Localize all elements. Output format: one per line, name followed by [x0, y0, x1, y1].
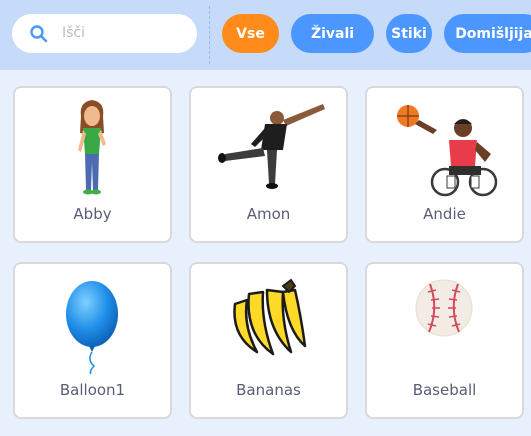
sprite-card-balloon1[interactable]: Balloon1: [13, 262, 172, 419]
search-input[interactable]: [62, 22, 182, 44]
search-box[interactable]: [12, 14, 197, 53]
tag-animals-button[interactable]: Živali: [291, 14, 374, 53]
bananas-thumbnail: [233, 278, 307, 356]
sprite-card-andie[interactable]: Andie: [365, 86, 524, 243]
sprite-card-bananas[interactable]: Bananas: [189, 262, 348, 419]
baseball-thumbnail: [415, 279, 473, 337]
sprite-card-abby[interactable]: Abby: [13, 86, 172, 243]
library-filter-bar: Vse Živali Stiki Domišljija: [0, 0, 531, 70]
sprite-card-baseball[interactable]: Baseball: [365, 262, 524, 419]
andie-thumbnail: [397, 105, 498, 197]
sprite-label: Abby: [73, 205, 112, 223]
balloon-thumbnail: [66, 281, 118, 374]
tag-people-button[interactable]: Stiki: [386, 14, 432, 53]
sprite-label: Bananas: [236, 381, 301, 399]
tag-all-button[interactable]: Vse: [222, 14, 279, 53]
amon-thumbnail: [218, 104, 325, 189]
sprite-label: Baseball: [412, 381, 477, 399]
search-icon: [30, 25, 48, 43]
sprite-card-amon[interactable]: Amon: [189, 86, 348, 243]
abby-thumbnail: [78, 100, 106, 195]
filter-divider: [209, 6, 210, 64]
sprite-label: Andie: [423, 205, 466, 223]
sprite-label: Amon: [246, 205, 291, 223]
tag-fantasy-button[interactable]: Domišljija: [444, 14, 531, 53]
sprite-label: Balloon1: [59, 381, 126, 399]
